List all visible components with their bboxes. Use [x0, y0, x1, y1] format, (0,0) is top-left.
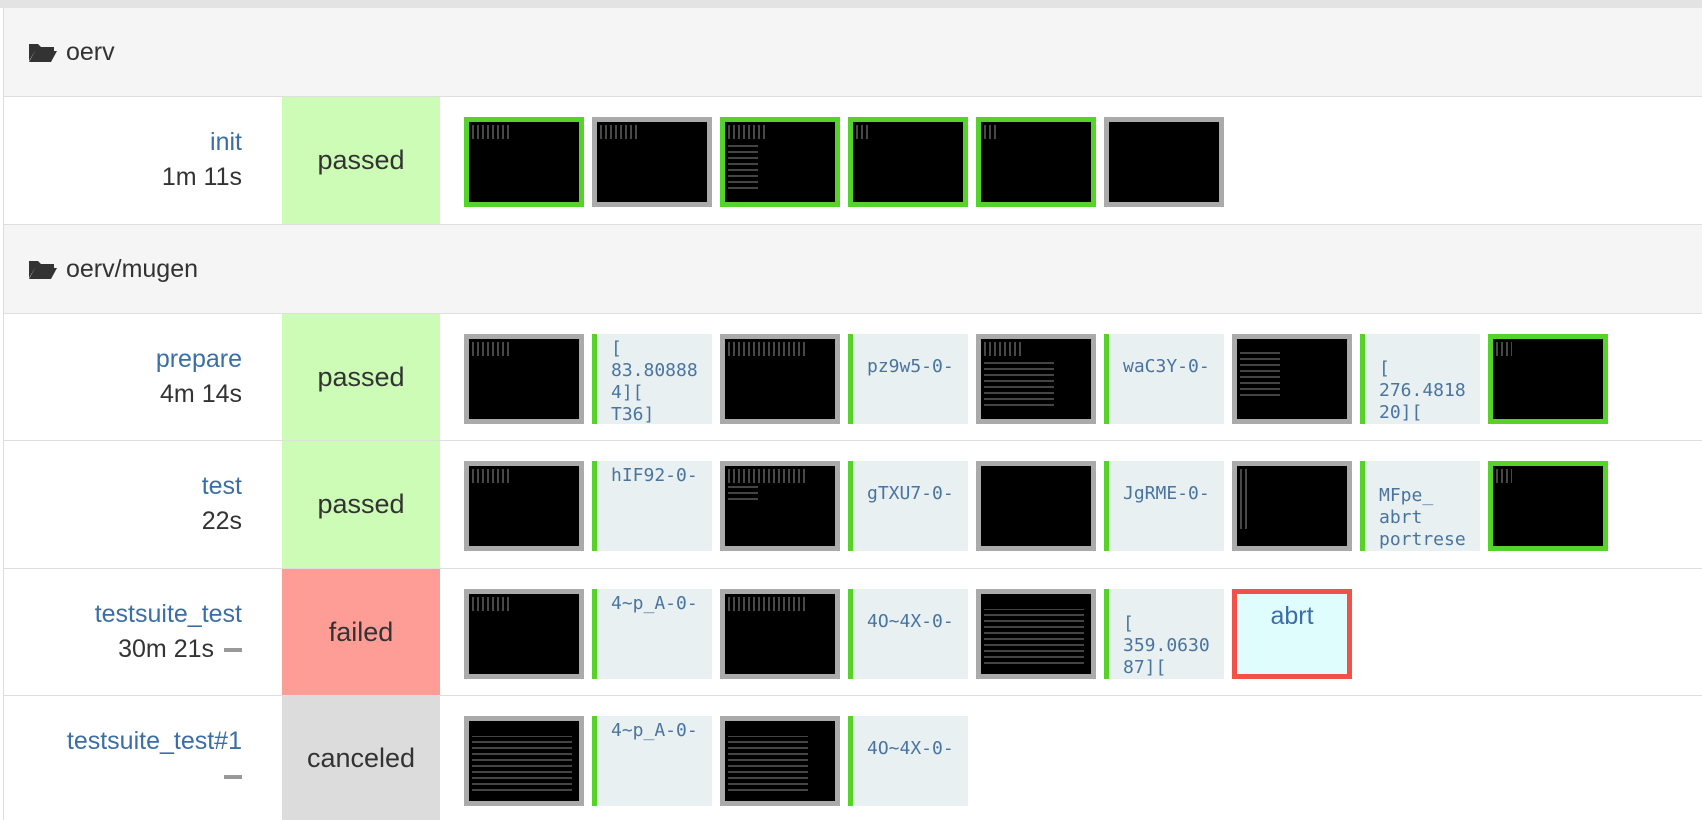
text-result[interactable]: [ 83.80888 4][ T36] [592, 334, 712, 424]
folder-open-icon [29, 261, 57, 279]
module-name-cell: init 1m 11s [4, 97, 258, 224]
folder-open-icon [29, 44, 57, 62]
module-duration: 22s [201, 507, 242, 535]
screenshot-thumbnail[interactable] [976, 589, 1096, 679]
screenshot-thumbnail[interactable] [1232, 461, 1352, 551]
module-row-testsuite-test: testsuite_test 30m 21s failed 4~p_A-0- 4… [4, 569, 1702, 696]
minus-icon [224, 648, 242, 653]
screenshot-thumbnail[interactable] [1488, 461, 1608, 551]
top-strip [0, 0, 1702, 8]
step-list: 4~p_A-0- 4O~4X-0- [464, 716, 968, 806]
module-duration [4, 756, 242, 796]
screenshot-thumbnail[interactable] [464, 589, 584, 679]
text-result[interactable]: JgRME-0- [1104, 461, 1224, 551]
step-list: 4~p_A-0- 4O~4X-0- [ 359.0630 87][ abrt [464, 589, 1352, 679]
screenshot-thumbnail[interactable] [1488, 334, 1608, 424]
group-header-oerv-mugen: oerv/mugen [4, 225, 1702, 314]
result-badge: passed [282, 97, 440, 224]
module-name-cell: testsuite_test#1 [4, 696, 258, 820]
screenshot-thumbnail[interactable] [464, 334, 584, 424]
text-result[interactable]: 4~p_A-0- [592, 716, 712, 806]
text-result[interactable]: waC3Y-0- [1104, 334, 1224, 424]
result-badge: passed [282, 314, 440, 440]
group-header-oerv: oerv [4, 8, 1702, 97]
text-result[interactable]: 4~p_A-0- [592, 589, 712, 679]
module-link[interactable]: init [4, 127, 242, 157]
group-label: oerv/mugen [66, 254, 199, 283]
text-result[interactable]: pz9w5-0- [848, 334, 968, 424]
module-row-prepare: prepare 4m 14s passed [ 83.80888 4][ T36… [4, 314, 1702, 441]
screenshot-thumbnail[interactable] [848, 117, 968, 207]
screenshot-thumbnail[interactable] [976, 117, 1096, 207]
screenshot-thumbnail[interactable] [720, 334, 840, 424]
result-badge: failed [282, 569, 440, 695]
step-list: hIF92-0- gTXU7-0- JgRME-0- MFpe_ abrt po… [464, 461, 1608, 551]
module-link[interactable]: testsuite_test [4, 599, 242, 629]
screenshot-thumbnail[interactable] [592, 117, 712, 207]
screenshot-thumbnail[interactable] [1104, 117, 1224, 207]
step-list: [ 83.80888 4][ T36] pz9w5-0- waC3Y-0- [ … [464, 334, 1608, 424]
failed-step-box[interactable]: abrt [1232, 589, 1352, 679]
result-badge: canceled [282, 696, 440, 820]
screenshot-thumbnail[interactable] [1232, 334, 1352, 424]
screenshot-thumbnail[interactable] [720, 589, 840, 679]
module-name-cell: prepare 4m 14s [4, 314, 258, 440]
module-link[interactable]: test [4, 471, 242, 501]
text-result[interactable]: MFpe_ abrt portrese [1360, 461, 1480, 551]
screenshot-thumbnail[interactable] [976, 334, 1096, 424]
module-name-cell: testsuite_test 30m 21s [4, 569, 258, 695]
module-duration: 4m 14s [160, 380, 242, 408]
module-duration: 30m 21s [4, 629, 242, 669]
screenshot-thumbnail[interactable] [720, 117, 840, 207]
result-badge: passed [282, 441, 440, 568]
screenshot-thumbnail[interactable] [976, 461, 1096, 551]
module-row-testsuite-test-1: testsuite_test#1 canceled 4~p_A-0- 4O~4X… [4, 696, 1702, 820]
module-row-init: init 1m 11s passed [4, 97, 1702, 225]
screenshot-thumbnail[interactable] [464, 716, 584, 806]
minus-icon [224, 775, 242, 780]
module-row-test: test 22s passed hIF92-0- gTXU7-0- JgRME-… [4, 441, 1702, 569]
text-result[interactable]: gTXU7-0- [848, 461, 968, 551]
module-duration: 1m 11s [161, 163, 242, 191]
screenshot-thumbnail[interactable] [720, 461, 840, 551]
module-link[interactable]: prepare [4, 344, 242, 374]
text-result[interactable]: [ 359.0630 87][ [1104, 589, 1224, 679]
group-label: oerv [66, 37, 115, 66]
text-result[interactable]: hIF92-0- [592, 461, 712, 551]
screenshot-thumbnail[interactable] [720, 716, 840, 806]
duration-text: 30m 21s [118, 635, 214, 663]
module-name-cell: test 22s [4, 441, 258, 568]
text-result[interactable]: 4O~4X-0- [848, 589, 968, 679]
screenshot-thumbnail[interactable] [464, 117, 584, 207]
text-result[interactable]: 4O~4X-0- [848, 716, 968, 806]
module-link[interactable]: testsuite_test#1 [4, 726, 242, 756]
step-list [464, 117, 1224, 207]
screenshot-thumbnail[interactable] [464, 461, 584, 551]
text-result[interactable]: [ 276.4818 20][ [1360, 334, 1480, 424]
